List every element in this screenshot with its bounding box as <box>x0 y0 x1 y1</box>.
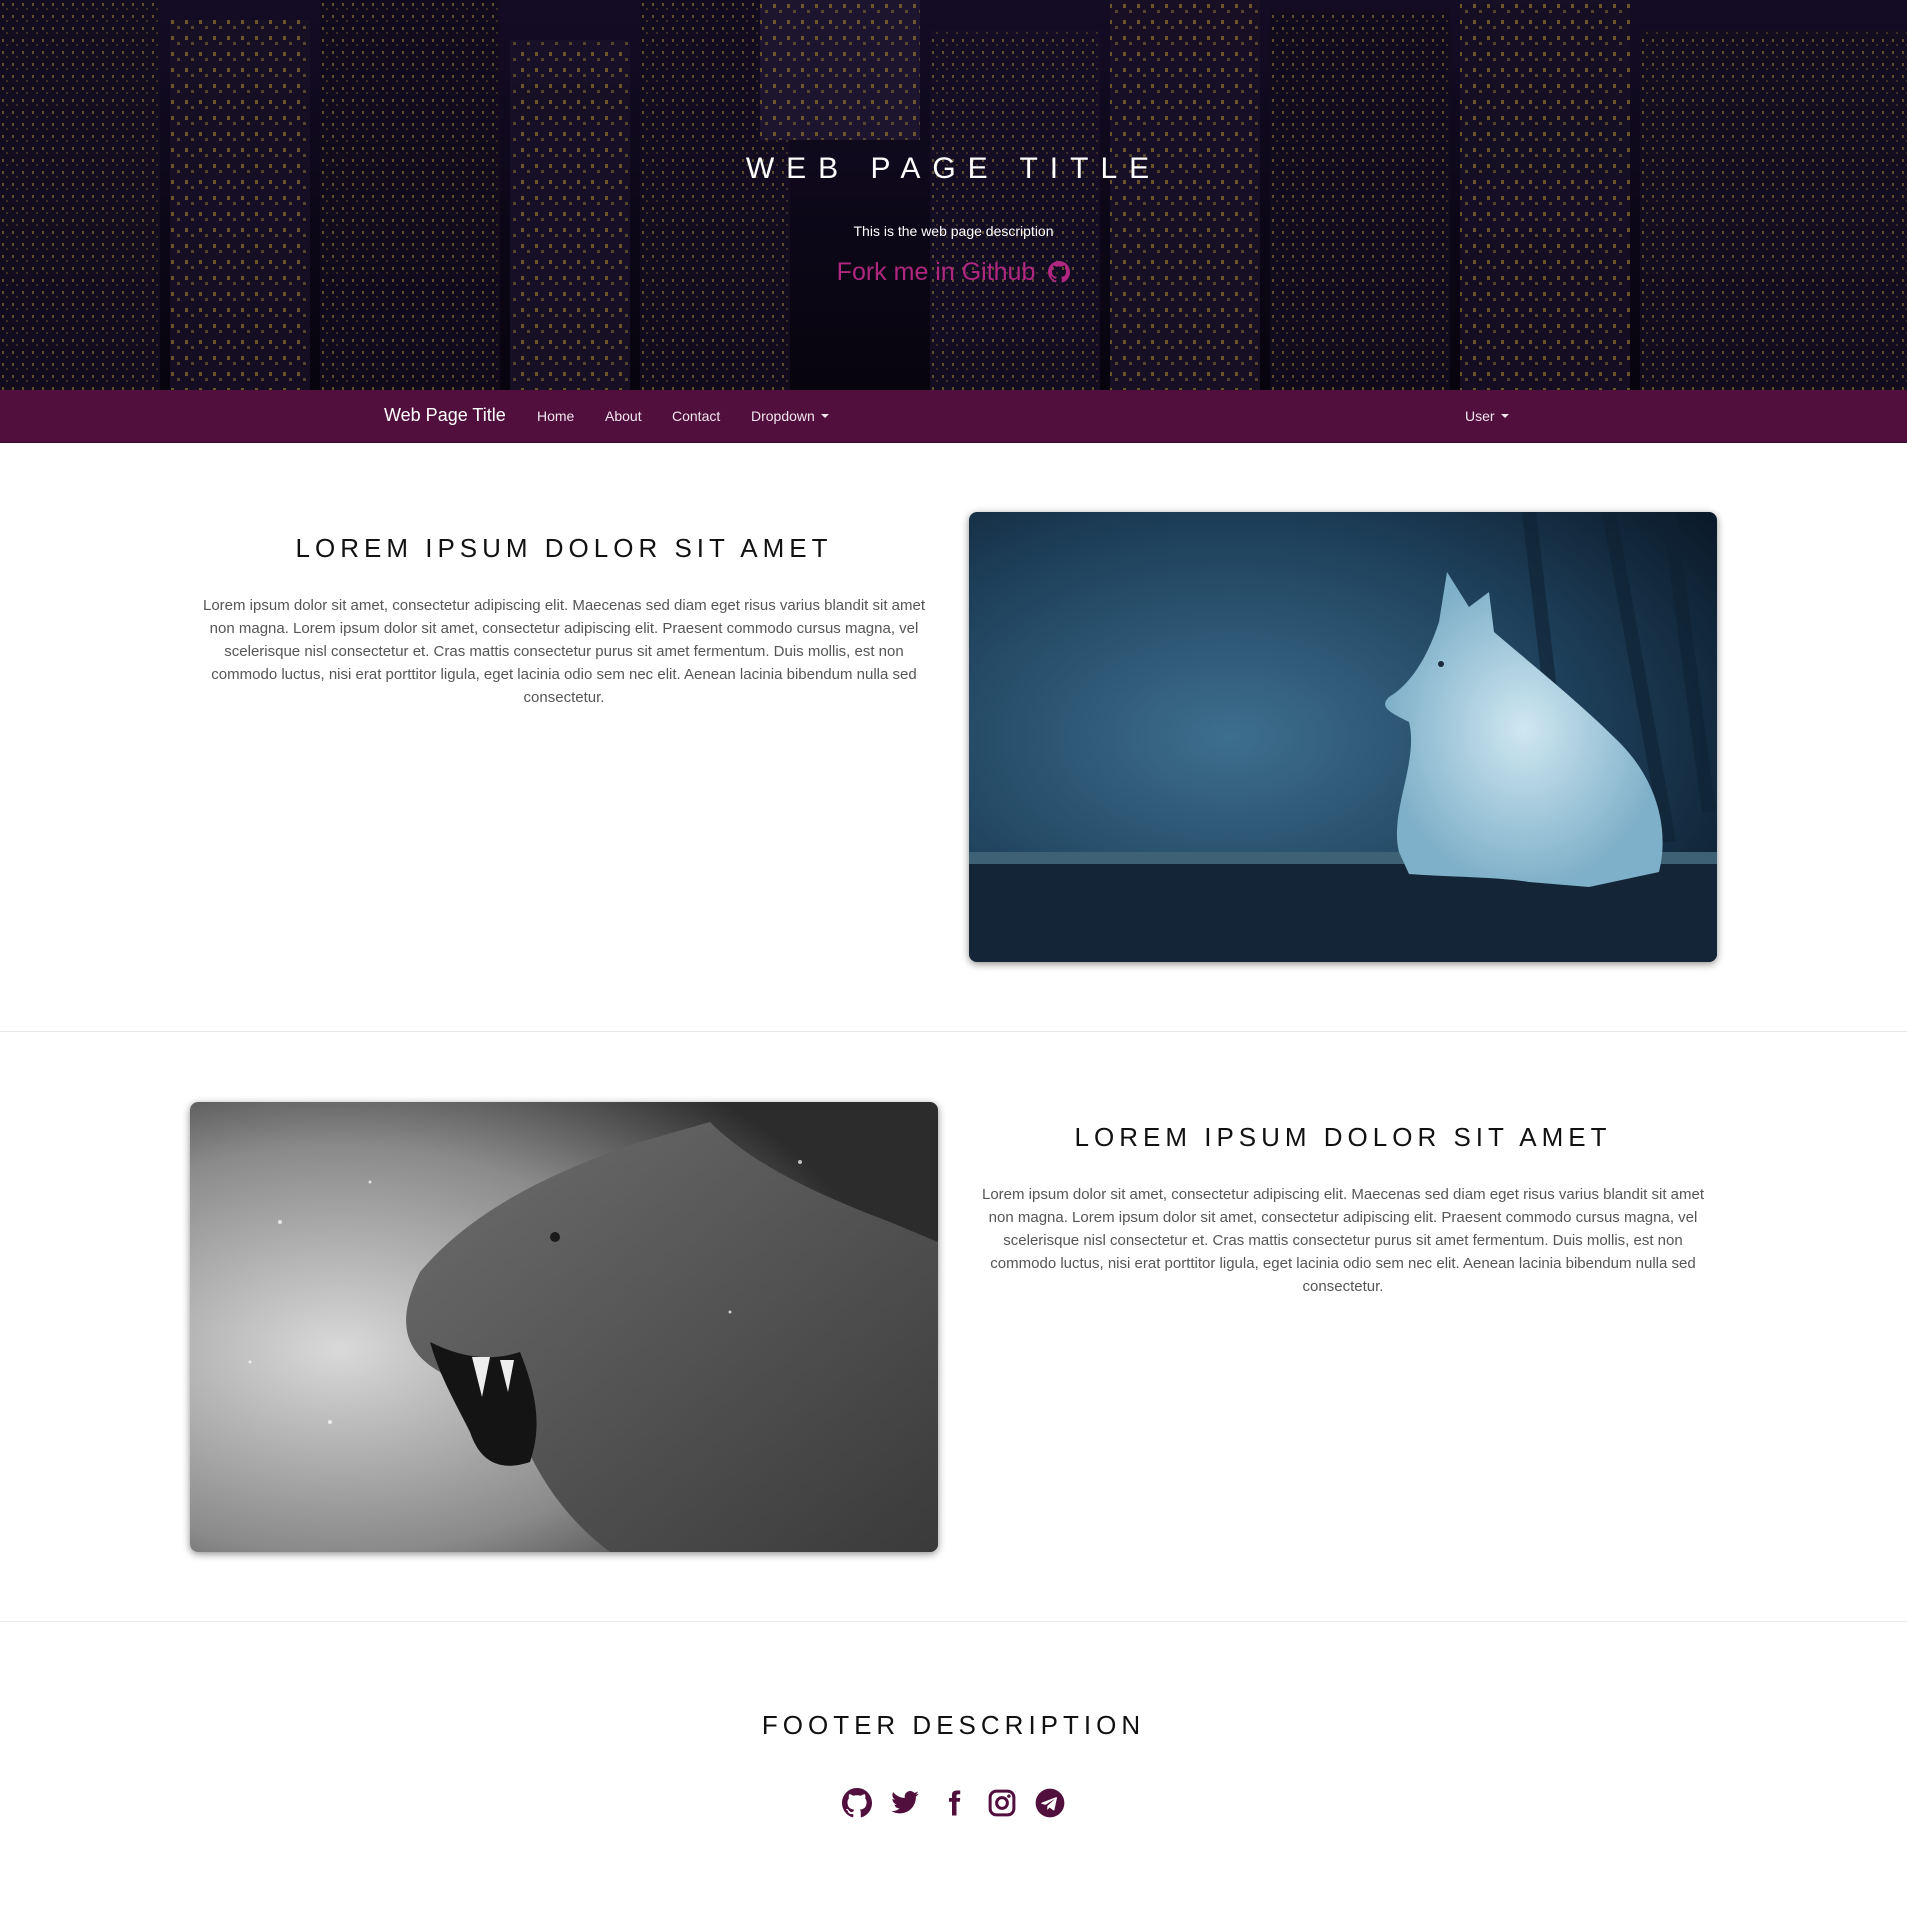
nav-user-dropdown[interactable]: User <box>1465 408 1509 424</box>
hero-banner: WEB PAGE TITLE This is the web page desc… <box>0 0 1907 390</box>
nav-item-home[interactable]: Home <box>537 408 574 424</box>
section-heading: LOREM IPSUM DOLOR SIT AMET <box>295 533 833 563</box>
section-body: Lorem ipsum dolor sit amet, consectetur … <box>982 1186 1704 1295</box>
twitter-icon[interactable] <box>890 1788 920 1818</box>
wolf-image <box>969 512 1717 962</box>
github-icon <box>1048 261 1071 290</box>
telegram-icon[interactable] <box>1035 1788 1065 1818</box>
lioness-image <box>190 1102 938 1552</box>
page-footer: FOOTER DESCRIPTION <box>0 1622 1907 1911</box>
navbar-brand[interactable]: Web Page Title <box>384 405 506 426</box>
footer-title: FOOTER DESCRIPTION <box>761 1710 1146 1740</box>
social-links <box>0 1788 1907 1818</box>
section-body: Lorem ipsum dolor sit amet, consectetur … <box>203 597 925 706</box>
feature-text-1: LOREM IPSUM DOLOR SIT AMET Lorem ipsum d… <box>190 533 938 709</box>
fork-github-link[interactable]: Fork me in Github <box>0 258 1907 290</box>
nav-item-about[interactable]: About <box>605 408 642 424</box>
feature-section-2: LOREM IPSUM DOLOR SIT AMET Lorem ipsum d… <box>0 1032 1907 1622</box>
feature-text-2: LOREM IPSUM DOLOR SIT AMET Lorem ipsum d… <box>969 1122 1717 1298</box>
github-icon[interactable] <box>841 1788 872 1818</box>
caret-down-icon <box>1500 414 1509 418</box>
hero-title: WEB PAGE TITLE <box>745 152 1162 185</box>
nav-item-dropdown[interactable]: Dropdown <box>751 408 829 424</box>
nav-user-label: User <box>1465 408 1495 424</box>
facebook-icon[interactable] <box>939 1788 969 1818</box>
nav-item-contact[interactable]: Contact <box>672 408 720 424</box>
fork-link-label: Fork me in Github <box>836 258 1036 286</box>
main-navbar: Web Page Title Home About Contact Dropdo… <box>0 390 1907 443</box>
hero-description: This is the web page description <box>853 223 1054 239</box>
feature-section-1: LOREM IPSUM DOLOR SIT AMET Lorem ipsum d… <box>0 443 1907 1032</box>
instagram-icon[interactable] <box>987 1788 1017 1818</box>
section-heading: LOREM IPSUM DOLOR SIT AMET <box>1074 1122 1612 1152</box>
caret-down-icon <box>820 414 829 418</box>
nav-dropdown-label: Dropdown <box>751 408 815 424</box>
